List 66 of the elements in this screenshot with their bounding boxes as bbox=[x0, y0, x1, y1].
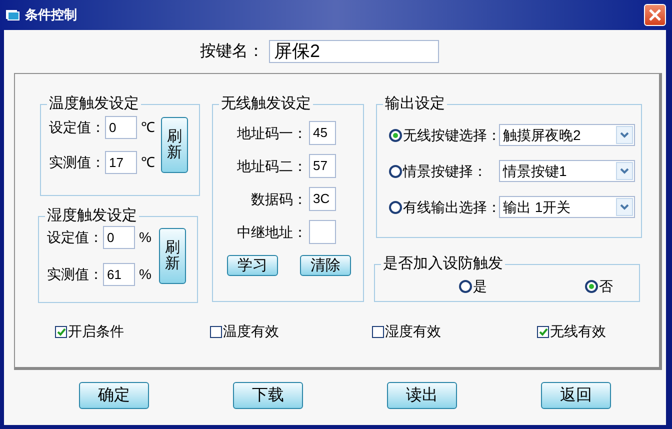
refresh-button[interactable]: 刷新 bbox=[161, 117, 188, 173]
key-name-label: 按键名： bbox=[200, 42, 264, 62]
dialog-button[interactable]: 返回 bbox=[541, 382, 611, 409]
checkbox-label: 无线有效 bbox=[550, 322, 606, 341]
option-label: 是 bbox=[473, 277, 487, 296]
dialog-button[interactable]: 下载 bbox=[233, 382, 303, 409]
radio-button[interactable] bbox=[389, 200, 402, 214]
group-title: 温度触发设定 bbox=[48, 96, 140, 112]
input-field[interactable]: 0 bbox=[105, 116, 137, 139]
unit-label: ℃ bbox=[141, 153, 156, 172]
dropdown-caret-icon bbox=[616, 198, 633, 216]
field-label: 实测值： bbox=[47, 265, 103, 284]
dialog-button[interactable]: 确定 bbox=[79, 382, 149, 409]
dropdown-caret-icon bbox=[616, 162, 633, 180]
key-name-field[interactable]: 屏保2 bbox=[269, 40, 439, 63]
dropdown[interactable]: 情景按键1 bbox=[499, 160, 635, 182]
option-label: 否 bbox=[599, 277, 613, 296]
window-icon bbox=[6, 9, 20, 21]
group-title: 是否加入设防触发 bbox=[382, 256, 504, 272]
option-label: 无线按键选择： bbox=[403, 126, 499, 144]
dropdown-value: 情景按键1 bbox=[503, 162, 568, 180]
unit-label: % bbox=[139, 228, 152, 247]
dropdown-caret-icon bbox=[616, 126, 633, 144]
field-label: 地址码一： bbox=[236, 124, 308, 142]
checkbox-label: 开启条件 bbox=[68, 322, 124, 341]
input-field[interactable] bbox=[309, 220, 336, 244]
close-button[interactable] bbox=[644, 4, 666, 26]
checkbox[interactable] bbox=[537, 326, 549, 338]
radio-button[interactable] bbox=[389, 128, 402, 142]
input-field[interactable]: 17 bbox=[105, 151, 137, 174]
checkbox[interactable] bbox=[372, 326, 384, 338]
input-field[interactable]: 3C bbox=[309, 187, 336, 211]
unit-label: ℃ bbox=[141, 118, 156, 137]
field-label: 设定值： bbox=[47, 228, 103, 247]
field-label: 设定值： bbox=[49, 118, 105, 137]
checkbox-label: 温度有效 bbox=[223, 322, 279, 341]
radio-button[interactable] bbox=[389, 164, 402, 178]
checkbox[interactable] bbox=[55, 326, 67, 338]
option-label: 情景按键择： bbox=[403, 162, 488, 180]
option-label: 有线输出选择： bbox=[403, 198, 499, 216]
group-title: 湿度触发设定 bbox=[46, 208, 138, 224]
window-title: 条件控制 bbox=[25, 6, 77, 24]
dropdown[interactable]: 输出 1开关 bbox=[499, 196, 635, 218]
input-field[interactable]: 61 bbox=[103, 263, 135, 286]
clear-button[interactable]: 清除 bbox=[300, 255, 351, 276]
dropdown-value: 触摸屏夜晚2 bbox=[503, 126, 582, 144]
checkbox-label: 湿度有效 bbox=[385, 322, 441, 341]
input-field[interactable]: 57 bbox=[309, 154, 336, 178]
checkbox[interactable] bbox=[210, 326, 222, 338]
input-field[interactable]: 45 bbox=[309, 121, 336, 145]
dropdown[interactable]: 触摸屏夜晚2 bbox=[499, 124, 635, 146]
refresh-button[interactable]: 刷新 bbox=[159, 228, 186, 284]
group-title: 输出设定 bbox=[384, 96, 446, 112]
input-field[interactable]: 0 bbox=[103, 226, 135, 249]
field-label: 实测值： bbox=[49, 153, 105, 172]
radio-button[interactable] bbox=[585, 280, 598, 293]
unit-label: % bbox=[139, 265, 152, 284]
field-label: 地址码二： bbox=[236, 156, 308, 176]
dropdown-value: 输出 1开关 bbox=[503, 198, 572, 216]
field-label: 数据码： bbox=[250, 190, 308, 208]
field-label: 中继地址： bbox=[236, 222, 308, 242]
dialog-button[interactable]: 读出 bbox=[387, 382, 457, 409]
learn-button[interactable]: 学习 bbox=[227, 255, 278, 276]
radio-button[interactable] bbox=[459, 280, 472, 293]
close-icon bbox=[649, 9, 661, 21]
group-title: 无线触发设定 bbox=[220, 96, 312, 112]
